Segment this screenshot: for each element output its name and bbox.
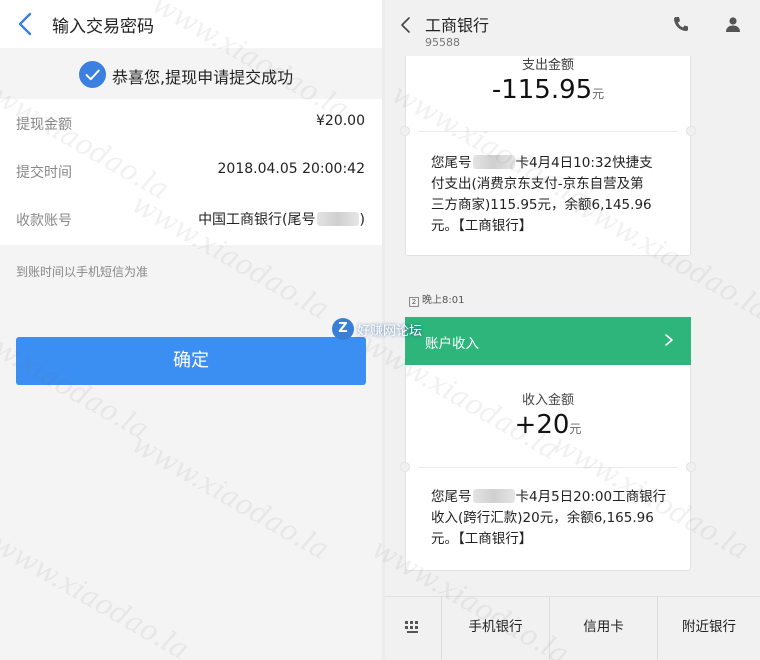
account-label: 收款账号	[16, 213, 72, 229]
redacted-card-number	[472, 489, 515, 503]
message-time-text: 晚上8:01	[422, 295, 465, 306]
sms-card-income: 收入金额 +20元 您尾号 卡4月5日20:00工商银行 收入(跨行汇款)20元，…	[400, 365, 696, 571]
sms-line: 元。【工商银行】	[431, 531, 533, 547]
back-arrow-icon[interactable]	[397, 14, 415, 36]
sms-line: 您尾号 卡4月5日20:00工商银行	[431, 487, 679, 508]
sms-header-overlay: 工商银行 95588	[385, 0, 760, 56]
sms-line: 收入(跨行汇款)20元，余额6,165.96	[431, 510, 654, 526]
submit-time-value: 2018.04.05 20:00:42	[217, 161, 366, 177]
submit-time-label: 提交时间	[16, 165, 72, 181]
contact-icon[interactable]	[723, 14, 743, 34]
sms-text: 卡4月5日20:00工商银行	[515, 489, 667, 505]
card-separator	[418, 131, 678, 132]
phone-icon[interactable]	[671, 14, 691, 34]
sms-text: 您尾号	[431, 489, 472, 505]
expense-amount-label-peek: 支出金额	[405, 56, 691, 64]
account-row: 收款账号 中国工商银行(尾号)	[0, 195, 382, 243]
card-separator	[418, 467, 678, 468]
sms-text: 您尾号	[431, 155, 472, 171]
sms-card-expense: 支出金额 -115.95元 您尾号 卡4月4日10:32快捷支 付支出(消费京东支…	[400, 40, 696, 256]
amount-label: 提现金额	[16, 117, 72, 133]
account-value-suffix: )	[359, 212, 365, 228]
redacted-card-number	[316, 212, 359, 226]
expense-sms-text: 您尾号 卡4月4日10:32快捷支 付支出(消费京东支付-京东自营及第 三方商家)…	[431, 153, 679, 237]
redacted-card-number	[472, 155, 515, 169]
income-amount-unit: 元	[569, 422, 582, 436]
amount-value: ¥20.00	[316, 113, 365, 129]
expense-amount: -115.95元	[406, 75, 690, 105]
withdraw-info-list: 提现金额 ¥20.00 提交时间 2018.04.05 20:00:42 收款账…	[0, 99, 382, 245]
arrival-note: 到账时间以手机短信为准	[16, 265, 149, 279]
submit-time-row: 提交时间 2018.04.05 20:00:42	[0, 147, 382, 195]
sms-conversation-panel: 工商银行 95588 支出金额 -115.95元 您尾号卡4月4日10:32快捷…	[385, 0, 760, 660]
message-time: 2 晚上8:01	[409, 291, 464, 307]
menu-mobile-banking[interactable]: 手机银行	[441, 597, 549, 660]
income-amount: +20元	[406, 410, 690, 440]
income-amount-label: 收入金额	[521, 393, 574, 408]
account-value: 中国工商银行(尾号)	[198, 209, 365, 229]
sms-line: 元。【工商银行】	[431, 218, 533, 234]
account-income-bar[interactable]: 账户收入	[405, 317, 691, 365]
withdraw-result-panel: 输入交易密码 恭喜您,提现申请提交成功 提现金额 ¥20.00 提交时间 201…	[0, 0, 382, 660]
chevron-right-icon	[665, 334, 673, 346]
expense-amount-value: -115.95	[491, 75, 593, 105]
check-circle-icon	[79, 61, 106, 88]
sender-name: 工商银行	[425, 16, 490, 35]
ticket-notch	[686, 462, 696, 472]
income-sms-text: 您尾号 卡4月5日20:00工商银行 收入(跨行汇款)20元，余额6,165.96…	[431, 487, 679, 550]
account-value-prefix: 中国工商银行(尾号	[198, 212, 316, 228]
success-message: 恭喜您,提现申请提交成功	[112, 68, 294, 87]
sms-text: 卡4月4日10:32快捷支	[515, 155, 653, 171]
account-income-label: 账户收入	[425, 336, 479, 352]
income-amount-value: +20	[514, 410, 570, 440]
sim-slot-icon: 2	[409, 297, 419, 307]
page-title: 输入交易密码	[52, 17, 154, 37]
sender-number: 95588	[425, 36, 460, 49]
ticket-notch	[400, 126, 410, 136]
sms-line: 您尾号 卡4月4日10:32快捷支	[431, 153, 679, 174]
keyboard-icon[interactable]	[404, 620, 422, 634]
menu-nearby-bank[interactable]: 附近银行	[657, 597, 760, 660]
back-arrow-icon[interactable]	[14, 10, 38, 38]
ticket-notch	[686, 126, 696, 136]
sms-line: 三方商家)115.95元，余额6,145.96	[431, 197, 652, 213]
sms-line: 付支出(消费京东支付-京东自营及第	[431, 176, 644, 192]
confirm-button[interactable]: 确定	[16, 337, 366, 385]
expense-amount-unit: 元	[592, 87, 605, 101]
menu-credit-card[interactable]: 信用卡	[549, 597, 657, 660]
bottom-menu-bar: 手机银行 信用卡 附近银行	[385, 596, 760, 660]
ticket-notch	[400, 462, 410, 472]
amount-row: 提现金额 ¥20.00	[0, 99, 382, 147]
left-header: 输入交易密码	[0, 0, 382, 48]
expense-label-peek: 支出金额	[405, 56, 691, 64]
